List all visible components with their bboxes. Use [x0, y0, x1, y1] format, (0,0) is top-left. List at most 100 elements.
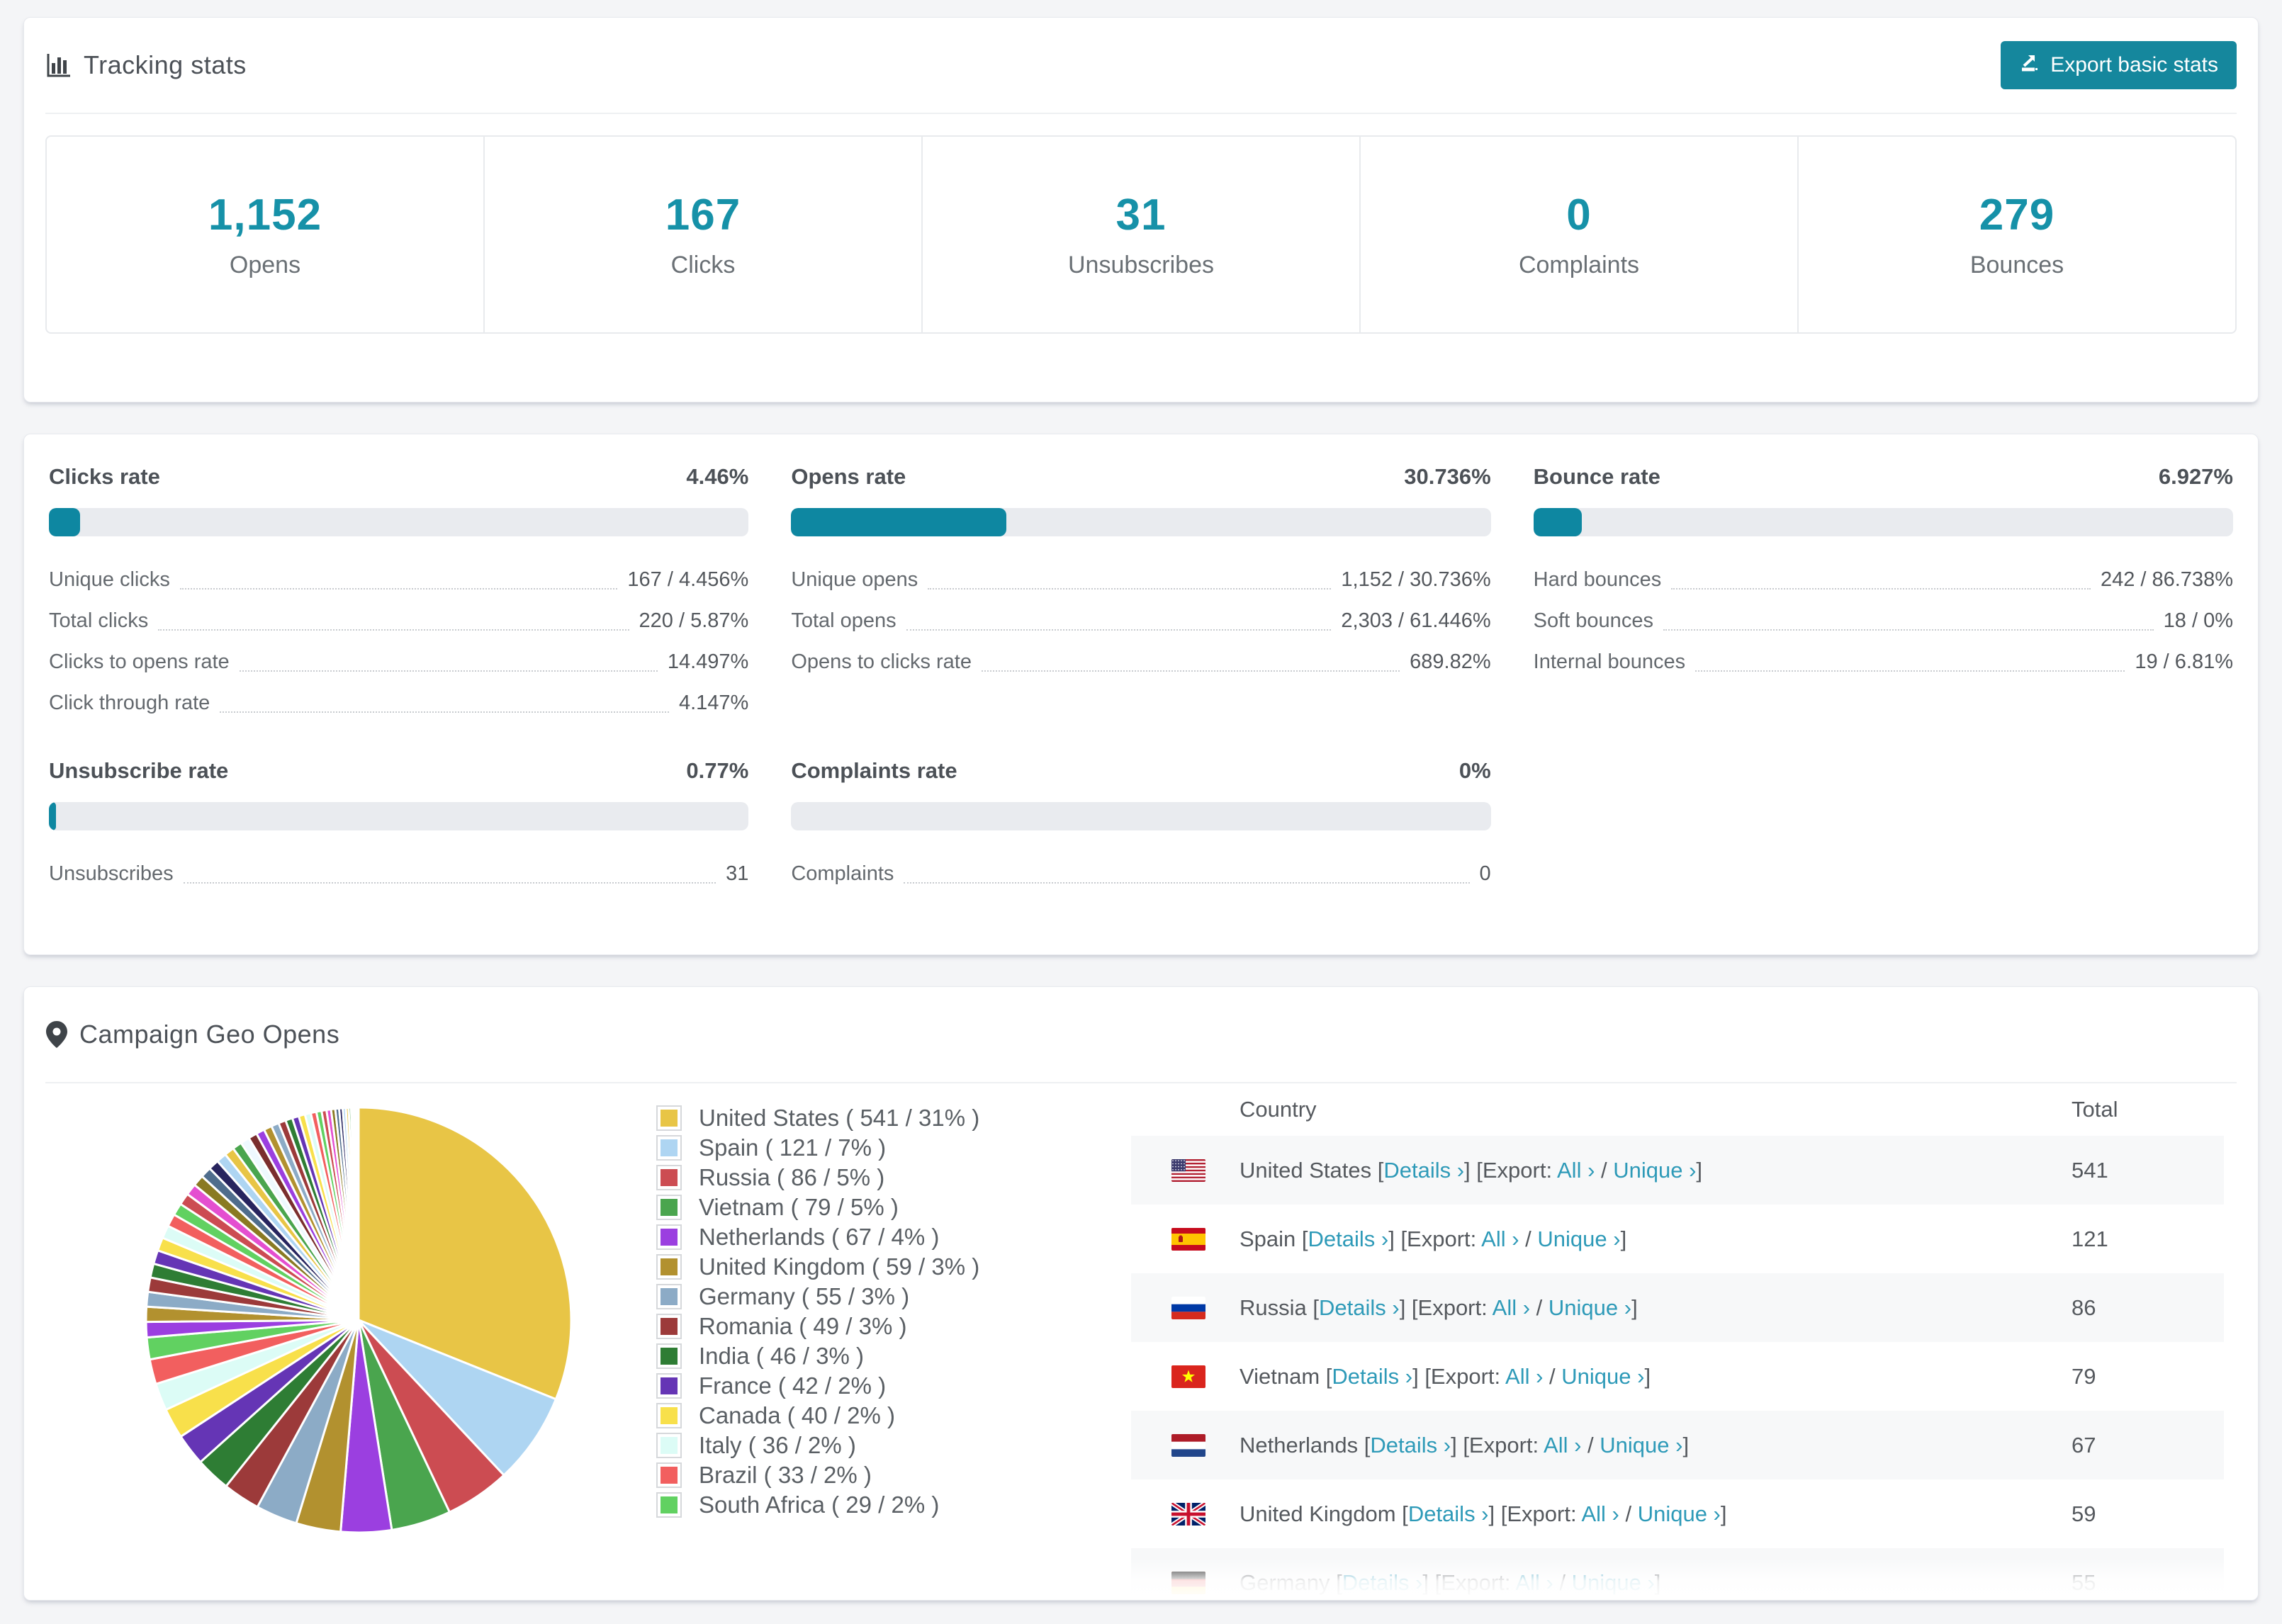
legend-item: United Kingdom ( 59 / 3% ): [656, 1252, 1087, 1282]
legend-label: Romania ( 49 / 3% ): [699, 1313, 907, 1339]
rate-detail-row: Hard bounces 242 / 86.738%: [1533, 568, 2233, 591]
details-link[interactable]: Details ›: [1408, 1501, 1489, 1526]
dotted-leader: [1663, 625, 2154, 631]
export-all-link[interactable]: All ›: [1481, 1227, 1519, 1251]
stat-box: 167 Clicks: [483, 137, 921, 332]
rate-detail-row: Clicks to opens rate 14.497%: [49, 650, 749, 673]
country-cell: Netherlands [Details ›] [Export: All › /…: [1131, 1433, 2072, 1458]
rate-detail-row: Unique clicks 167 / 4.456%: [49, 568, 749, 591]
rate-block: Complaints rate 0% Complaints 0: [791, 758, 1491, 903]
rate-head: Bounce rate 6.927%: [1534, 464, 2233, 490]
legend-item: Germany ( 55 / 3% ): [656, 1282, 1087, 1312]
export-all-link[interactable]: All ›: [1515, 1570, 1553, 1595]
details-link[interactable]: Details ›: [1342, 1570, 1423, 1595]
stat-box: 31 Unsubscribes: [921, 137, 1359, 332]
export-all-link[interactable]: All ›: [1493, 1295, 1530, 1320]
rate-value: 4.46%: [686, 464, 749, 489]
progress-bar-fill: [49, 802, 56, 830]
rate-block: Opens rate 30.736% Unique opens 1,152 / 30.…: [791, 464, 1491, 733]
country-cell: Germany [Details ›] [Export: All › / Uni…: [1131, 1570, 2072, 1596]
total-cell: 541: [2072, 1157, 2108, 1183]
rate-detail-label: Opens to clicks rate: [791, 650, 972, 673]
country-links: Spain [Details ›] [Export: All › / Uniqu…: [1240, 1226, 1627, 1251]
legend-swatch: [656, 1165, 682, 1190]
rate-title: Complaints rate: [791, 758, 957, 783]
rate-value: 0.77%: [686, 758, 749, 783]
export-all-link[interactable]: All ›: [1557, 1158, 1595, 1183]
progress-bar-fill: [49, 508, 81, 536]
dotted-leader: [183, 878, 716, 884]
table-row: United Kingdom [Details ›] [Export: All …: [1131, 1479, 2224, 1548]
export-all-link[interactable]: All ›: [1581, 1501, 1619, 1526]
legend-item: Canada ( 40 / 2% ): [656, 1401, 1087, 1431]
rate-detail-value: 167 / 4.456%: [627, 568, 749, 591]
rate-rows: Unique opens 1,152 / 30.736% Total opens 2,…: [791, 568, 1490, 673]
details-link[interactable]: Details ›: [1370, 1433, 1451, 1457]
export-unique-link[interactable]: Unique ›: [1561, 1364, 1644, 1389]
legend-label: Russia ( 86 / 5% ): [699, 1164, 885, 1190]
stat-box: 279 Bounces: [1797, 137, 2235, 332]
legend-item: South Africa ( 29 / 2% ): [656, 1490, 1087, 1520]
rate-title: Clicks rate: [49, 464, 160, 489]
dotted-leader: [928, 584, 1332, 590]
details-link[interactable]: Details ›: [1383, 1158, 1464, 1183]
export-unique-link[interactable]: Unique ›: [1638, 1501, 1721, 1526]
tracking-stats-header: Tracking stats Export basic stats: [45, 18, 2237, 114]
country-cell: Vietnam [Details ›] [Export: All › / Uni…: [1131, 1364, 2072, 1389]
details-link[interactable]: Details ›: [1308, 1227, 1389, 1251]
table-row: Vietnam [Details ›] [Export: All › / Uni…: [1131, 1342, 2224, 1411]
total-cell: 121: [2072, 1226, 2108, 1251]
legend-item: Spain ( 121 / 7% ): [656, 1133, 1087, 1163]
rate-detail-row: Click through rate 4.147%: [49, 692, 749, 714]
geo-header: Campaign Geo Opens: [45, 987, 2237, 1083]
campaign-geo-opens-card: Campaign Geo Opens United States ( 541 /…: [23, 986, 2259, 1601]
export-unique-link[interactable]: Unique ›: [1537, 1227, 1620, 1251]
gb-flag-icon: [1171, 1502, 1205, 1526]
rates-card: Clicks rate 4.46% Unique clicks 167 / 4.456…: [23, 434, 2259, 955]
dotted-leader: [906, 625, 1332, 631]
export-all-link[interactable]: All ›: [1505, 1364, 1543, 1389]
legend-swatch: [656, 1433, 682, 1458]
country-column-header: Country: [1240, 1097, 1317, 1122]
rate-head: Complaints rate 0%: [791, 758, 1490, 784]
details-link[interactable]: Details ›: [1332, 1364, 1412, 1389]
export-all-link[interactable]: All ›: [1544, 1433, 1581, 1457]
map-pin-icon: [45, 1020, 68, 1049]
total-cell: 79: [2072, 1363, 2096, 1389]
progress-bar-track: [1533, 508, 2233, 536]
legend-label: France ( 42 / 2% ): [699, 1372, 887, 1399]
ru-flag-icon: [1171, 1296, 1205, 1319]
legend-label: United States ( 541 / 31% ): [699, 1105, 980, 1131]
progress-bar-fill: [791, 508, 1006, 536]
us-flag-icon: [1171, 1158, 1205, 1182]
rate-detail-row: Opens to clicks rate 689.82%: [791, 650, 1490, 673]
legend-item: Romania ( 49 / 3% ): [656, 1312, 1087, 1341]
rate-detail-label: Unique opens: [791, 568, 918, 591]
rate-detail-label: Complaints: [791, 862, 894, 885]
rate-detail-label: Hard bounces: [1533, 568, 1662, 591]
total-cell: 55: [2072, 1569, 2096, 1595]
rate-detail-label: Total clicks: [49, 609, 149, 632]
es-flag-icon: [1171, 1227, 1205, 1251]
stat-value: 0: [1566, 191, 1592, 239]
details-link[interactable]: Details ›: [1319, 1295, 1400, 1320]
legend-swatch: [656, 1373, 682, 1399]
rate-detail-value: 14.497%: [667, 650, 749, 673]
export-unique-link[interactable]: Unique ›: [1572, 1570, 1655, 1595]
geo-content: United States ( 541 / 31% ) Spain ( 121 /…: [45, 1083, 2237, 1600]
export-unique-link[interactable]: Unique ›: [1613, 1158, 1696, 1183]
geo-table: Country Total United States [Details ›] …: [1131, 1083, 2224, 1600]
export-unique-link[interactable]: Unique ›: [1600, 1433, 1682, 1457]
nl-flag-icon: [1171, 1433, 1205, 1457]
stat-label: Clicks: [670, 252, 736, 278]
export-basic-stats-button[interactable]: Export basic stats: [2001, 41, 2237, 89]
geo-pie-chart: [45, 1083, 591, 1541]
progress-bar-track: [791, 508, 1491, 536]
legend-swatch: [656, 1254, 682, 1280]
rate-detail-value: 4.147%: [678, 692, 749, 714]
table-row: Russia [Details ›] [Export: All › / Uniq…: [1131, 1273, 2224, 1342]
legend-label: Spain ( 121 / 7% ): [699, 1134, 887, 1161]
country-links: Vietnam [Details ›] [Export: All › / Uni…: [1240, 1363, 1651, 1389]
page: Tracking stats Export basic stats 1,152 O…: [0, 0, 2282, 1601]
export-unique-link[interactable]: Unique ›: [1548, 1295, 1631, 1320]
